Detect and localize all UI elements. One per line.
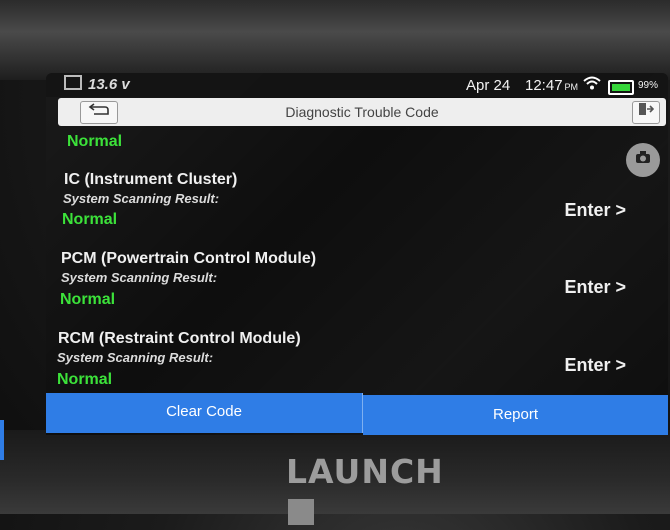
brand-logo: LAUNCH (286, 452, 466, 525)
title-bar: Diagnostic Trouble Code (58, 98, 666, 126)
module-row-rcm[interactable]: RCM (Restraint Control Module) System Sc… (46, 327, 668, 403)
page-title: Diagnostic Trouble Code (285, 104, 439, 120)
time-ampm: PM (564, 82, 579, 92)
module-subtitle: System Scanning Result: (63, 191, 220, 206)
photo-background-top (0, 0, 670, 80)
module-name: RCM (Restraint Control Module) (58, 330, 301, 347)
module-subtitle: System Scanning Result: (61, 270, 218, 285)
module-row-ic[interactable]: IC (Instrument Cluster) System Scanning … (46, 168, 668, 244)
battery-percent: 99% (638, 80, 659, 91)
module-subtitle: System Scanning Result: (57, 350, 214, 365)
indicator-light (0, 420, 4, 460)
module-row-pcm[interactable]: PCM (Powertrain Control Module) System S… (46, 246, 668, 322)
status-bar: 13.6 v Apr 24 12:47 PM 99% (46, 73, 668, 97)
device-screen: 13.6 v Apr 24 12:47 PM 99% Diagnostic Tro… (46, 73, 668, 435)
status-time: 12:47 PM (525, 77, 578, 94)
wifi-icon (583, 76, 601, 94)
module-name: IC (Instrument Cluster) (64, 171, 238, 188)
status-date: Apr 24 (466, 77, 511, 94)
module-name: PCM (Powertrain Control Module) (61, 250, 317, 267)
action-bar: Clear Code Report (46, 393, 668, 435)
time-value: 12:47 (525, 77, 563, 94)
module-status: Normal (57, 371, 113, 388)
module-status: Normal (60, 291, 116, 308)
previous-module-status: Normal (67, 133, 123, 150)
enter-button[interactable]: Enter > (564, 355, 626, 376)
brand-mark-icon (288, 499, 314, 525)
exit-icon (639, 103, 655, 115)
battery-icon (608, 80, 634, 95)
voltage-readout: 13.6 v (64, 75, 130, 93)
exit-button[interactable] (632, 101, 660, 124)
voltage-value: 13.6 v (88, 76, 130, 93)
battery-voltage-icon (64, 75, 82, 90)
enter-button[interactable]: Enter > (564, 200, 626, 221)
enter-button[interactable]: Enter > (564, 277, 626, 298)
module-status: Normal (62, 211, 118, 228)
brand-text: LAUNCH (286, 452, 444, 491)
battery-fill (612, 84, 630, 91)
camera-icon (636, 151, 650, 163)
report-button[interactable]: Report (363, 395, 668, 435)
clear-code-button[interactable]: Clear Code (46, 393, 363, 433)
